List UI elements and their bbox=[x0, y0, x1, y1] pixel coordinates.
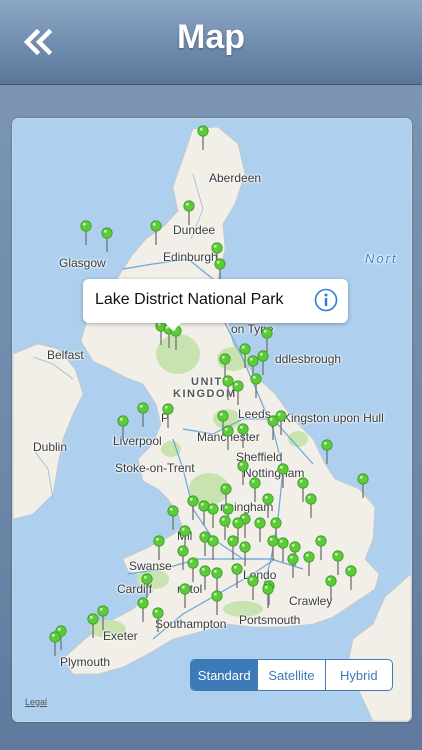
label-stoke: Stoke-on-Trent bbox=[115, 461, 195, 475]
label-kingdom: KINGDOM bbox=[173, 388, 237, 400]
label-united: UNITE bbox=[191, 376, 232, 388]
label-preston: P bbox=[161, 411, 170, 425]
nav-header: Map bbox=[0, 0, 422, 85]
label-leeds: Leeds bbox=[238, 407, 271, 421]
page-title: Map bbox=[177, 18, 245, 56]
label-exeter: Exeter bbox=[103, 629, 138, 643]
label-birmingham: rmingham bbox=[220, 500, 274, 514]
label-belfast: Belfast bbox=[47, 348, 84, 362]
annotation-callout[interactable]: Lake District National Park bbox=[83, 279, 348, 331]
map-type-segmented-control[interactable]: Standard Satellite Hybrid bbox=[190, 659, 393, 691]
label-southampton: Southampton bbox=[155, 617, 227, 631]
label-london: Londo bbox=[243, 568, 277, 582]
label-north-sea: Nort bbox=[365, 251, 398, 266]
label-portsmouth: Portsmouth bbox=[239, 613, 301, 627]
map-view[interactable]: Aberdeen Dundee Glasgow Edinburgh Nort o… bbox=[12, 118, 412, 722]
segment-hybrid[interactable]: Hybrid bbox=[324, 660, 392, 690]
label-cardiff: Cardiff bbox=[117, 582, 153, 596]
label-milton: Mil bbox=[177, 529, 193, 543]
park-area bbox=[213, 409, 241, 429]
label-aberdeen: Aberdeen bbox=[209, 171, 262, 185]
label-edinburgh: Edinburgh bbox=[163, 250, 218, 264]
segment-standard[interactable]: Standard bbox=[191, 660, 258, 690]
label-plymouth: Plymouth bbox=[60, 655, 111, 669]
label-dublin: Dublin bbox=[33, 440, 68, 454]
label-bristol: ristol bbox=[177, 582, 203, 596]
label-liverpool: Liverpool bbox=[113, 434, 162, 448]
legal-link[interactable]: Legal bbox=[25, 697, 47, 707]
label-swansea: Swanse bbox=[129, 559, 172, 573]
label-glasgow: Glasgow bbox=[59, 256, 106, 270]
label-hull: Kingston upon Hull bbox=[283, 411, 384, 425]
label-crawley: Crawley bbox=[289, 594, 333, 608]
info-icon[interactable] bbox=[314, 288, 338, 312]
park-area bbox=[217, 347, 249, 371]
label-nottingham: Nottingham bbox=[243, 466, 305, 480]
segment-satellite[interactable]: Satellite bbox=[257, 660, 324, 690]
label-dundee: Dundee bbox=[173, 223, 216, 237]
callout-title: Lake District National Park bbox=[95, 291, 284, 308]
label-sheffield: Sheffield bbox=[236, 450, 283, 464]
label-manchester: Manchester bbox=[197, 430, 260, 444]
label-middlesbrough: ddlesbrough bbox=[275, 352, 342, 366]
park-area bbox=[156, 334, 200, 374]
label-newcastle: on Tyne bbox=[231, 322, 274, 336]
